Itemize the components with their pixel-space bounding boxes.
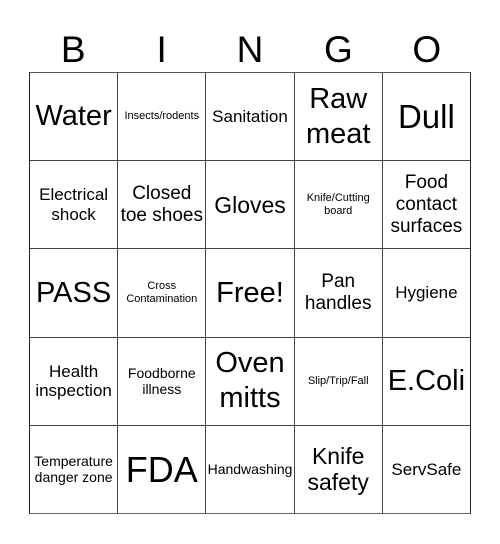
header-letter-b: B [60,28,86,70]
bingo-cell[interactable]: ServSafe [382,425,471,514]
bingo-cell[interactable]: Sanitation [206,73,295,162]
bingo-cell[interactable]: Health inspection [30,337,119,426]
free-space-cell[interactable]: Free! [206,249,295,338]
bingo-cell[interactable]: Gloves [206,161,295,250]
bingo-cell[interactable]: Electrical shock [30,161,119,250]
bingo-cell[interactable]: Raw meat [294,73,383,162]
bingo-cell[interactable]: Hygiene [382,249,471,338]
bingo-cell[interactable]: Closed toe shoes [118,161,207,250]
bingo-cell[interactable]: PASS [30,249,119,338]
header-letter-g: G [324,28,353,70]
header-letter-n: N [236,28,264,70]
bingo-cell[interactable]: Pan handles [294,249,383,338]
bingo-cell[interactable]: Water [30,73,119,162]
bingo-cell[interactable]: Knife/Cutting board [294,161,383,250]
bingo-cell[interactable]: Temperature danger zone [30,425,119,514]
bingo-cell[interactable]: E.Coli [382,337,471,426]
bingo-cell[interactable]: Insects/rodents [118,73,207,162]
bingo-cell[interactable]: Oven mitts [206,337,295,426]
bingo-header: B I N G O [29,22,471,72]
bingo-board: Water Insects/rodents Sanitation Raw mea… [29,72,471,514]
bingo-cell[interactable]: Dull [382,73,471,162]
header-letter-i: I [156,28,167,70]
bingo-cell[interactable]: Foodborne illness [118,337,207,426]
header-letter-o: O [412,28,442,70]
bingo-cell[interactable]: Slip/Trip/Fall [294,337,383,426]
bingo-cell[interactable]: FDA [118,425,207,514]
bingo-cell[interactable]: Handwashing [206,425,295,514]
bingo-cell[interactable]: Cross Contamination [118,249,207,338]
bingo-cell[interactable]: Food contact surfaces [382,161,471,250]
bingo-cell[interactable]: Knife safety [294,425,383,514]
